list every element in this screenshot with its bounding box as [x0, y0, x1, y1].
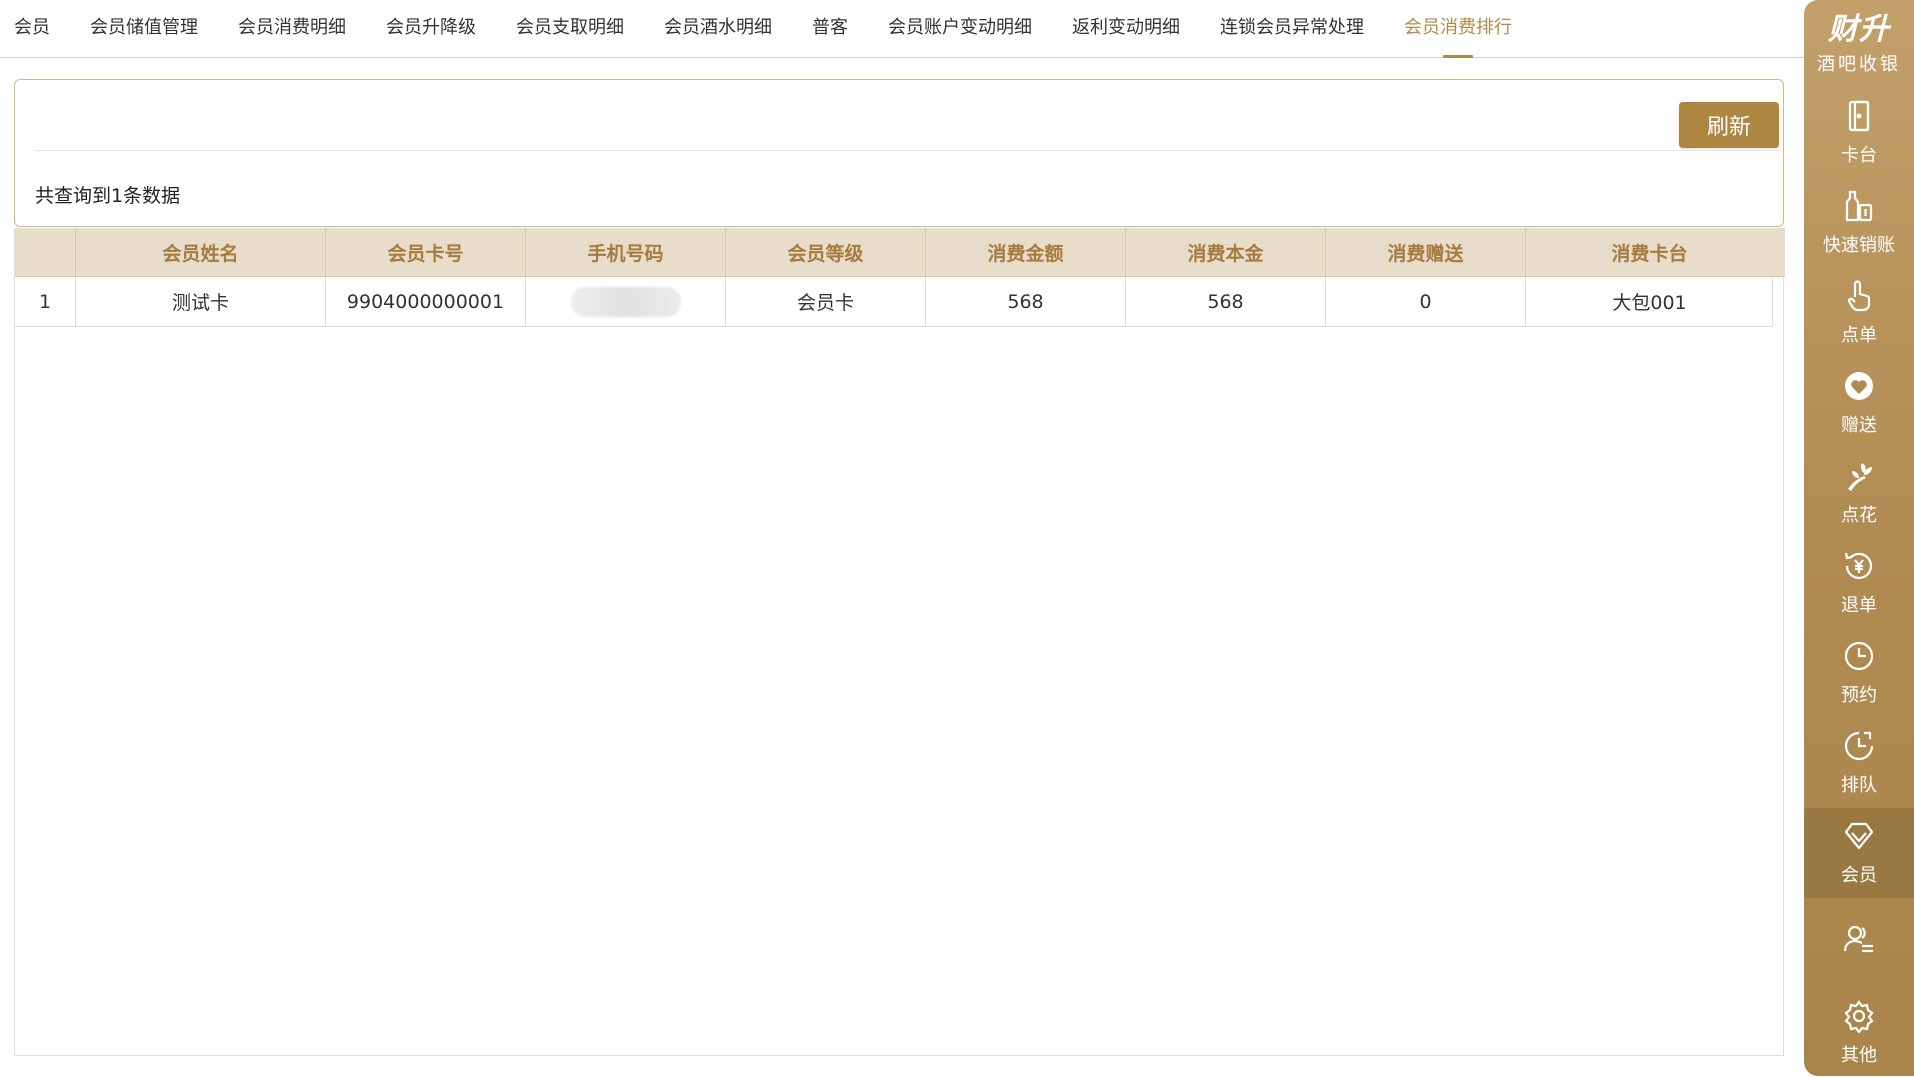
gear-icon — [1844, 1000, 1874, 1033]
queue-clock-icon — [1844, 731, 1874, 761]
clock-icon — [1844, 641, 1874, 671]
col-gift: 消费赠送 — [1325, 228, 1525, 276]
result-count: 共查询到1条数据 — [35, 185, 181, 207]
tab-member-consumption[interactable]: 会员消费明细 — [238, 16, 346, 40]
panel-divider — [35, 150, 1779, 151]
sidebar-item-other[interactable]: 其他 — [1804, 988, 1914, 1078]
col-level: 会员等级 — [725, 228, 925, 276]
cell-table: 大包001 — [1525, 277, 1773, 326]
tab-member-withdraw[interactable]: 会员支取明细 — [516, 16, 624, 40]
diamond-icon — [1844, 822, 1874, 850]
door-icon — [1848, 100, 1870, 132]
flower-icon — [1848, 463, 1872, 491]
brand-name: 财升 — [1828, 12, 1890, 47]
tab-rebate-change[interactable]: 返利变动明细 — [1072, 16, 1180, 40]
col-index — [15, 228, 75, 276]
sidebar-item-tables[interactable]: 卡台 — [1804, 88, 1914, 178]
refund-yen-icon — [1844, 552, 1873, 579]
sidebar-item-quick-checkout[interactable]: 快速销账 — [1804, 178, 1914, 268]
hand-tap-icon — [1847, 280, 1871, 312]
sidebar-item-users[interactable] — [1804, 898, 1914, 988]
cell-level: 会员卡 — [725, 277, 925, 326]
cell-principal: 568 — [1125, 277, 1325, 326]
right-sidebar: 财升 酒吧收银 卡台 快速销账 点单 赠送 点花 退单 预约 排队 会员 其他 — [1804, 0, 1914, 1076]
cell-amount: 568 — [925, 277, 1125, 326]
col-phone: 手机号码 — [525, 228, 725, 276]
top-tab-bar: 会员 会员储值管理 会员消费明细 会员升降级 会员支取明细 会员酒水明细 普客 … — [0, 0, 1804, 58]
col-principal: 消费本金 — [1125, 228, 1325, 276]
sidebar-item-refund[interactable]: 退单 — [1804, 538, 1914, 628]
col-table: 消费卡台 — [1525, 228, 1773, 276]
col-amount: 消费金额 — [925, 228, 1125, 276]
tab-regular-guest[interactable]: 普客 — [812, 16, 848, 40]
sidebar-item-gift[interactable]: 赠送 — [1804, 358, 1914, 448]
tab-consumption-ranking[interactable]: 会员消费排行 — [1404, 16, 1512, 58]
cell-member-name: 测试卡 — [75, 277, 325, 326]
sidebar-item-queue[interactable]: 排队 — [1804, 718, 1914, 808]
bottles-icon — [1845, 190, 1873, 222]
sidebar-item-flower[interactable]: 点花 — [1804, 448, 1914, 538]
tab-account-change[interactable]: 会员账户变动明细 — [888, 16, 1032, 40]
ranking-table: 会员姓名 会员卡号 手机号码 会员等级 消费金额 消费本金 消费赠送 消费卡台 … — [14, 228, 1785, 1056]
refresh-button[interactable]: 刷新 — [1679, 102, 1779, 148]
sidebar-item-order[interactable]: 点单 — [1804, 268, 1914, 358]
brand-logo: 财升 酒吧收银 — [1804, 4, 1914, 76]
sidebar-item-member[interactable]: 会员 — [1804, 808, 1914, 898]
query-panel: 刷新 共查询到1条数据 — [14, 79, 1784, 227]
blurred-phone — [570, 286, 681, 317]
table-row[interactable]: 1 测试卡 9904000000001 会员卡 568 568 0 大包001 — [15, 277, 1773, 327]
cell-gift: 0 — [1325, 277, 1525, 326]
sidebar-item-reservation[interactable]: 预约 — [1804, 628, 1914, 718]
col-member-name: 会员姓名 — [75, 228, 325, 276]
tab-member-stored-value[interactable]: 会员储值管理 — [90, 16, 198, 40]
brand-subtitle: 酒吧收银 — [1817, 54, 1901, 75]
cell-card-no: 9904000000001 — [325, 277, 525, 326]
tab-member-drinks[interactable]: 会员酒水明细 — [664, 16, 772, 40]
tab-member[interactable]: 会员 — [14, 16, 50, 40]
cell-index: 1 — [38, 290, 52, 313]
table-header: 会员姓名 会员卡号 手机号码 会员等级 消费金额 消费本金 消费赠送 消费卡台 — [15, 228, 1785, 277]
tab-member-level-change[interactable]: 会员升降级 — [386, 16, 476, 40]
col-card-no: 会员卡号 — [325, 228, 525, 276]
users-icon — [1843, 925, 1873, 953]
tab-chain-exception[interactable]: 连锁会员异常处理 — [1220, 16, 1364, 40]
gift-heart-icon — [1845, 372, 1873, 400]
cell-phone — [525, 277, 725, 326]
